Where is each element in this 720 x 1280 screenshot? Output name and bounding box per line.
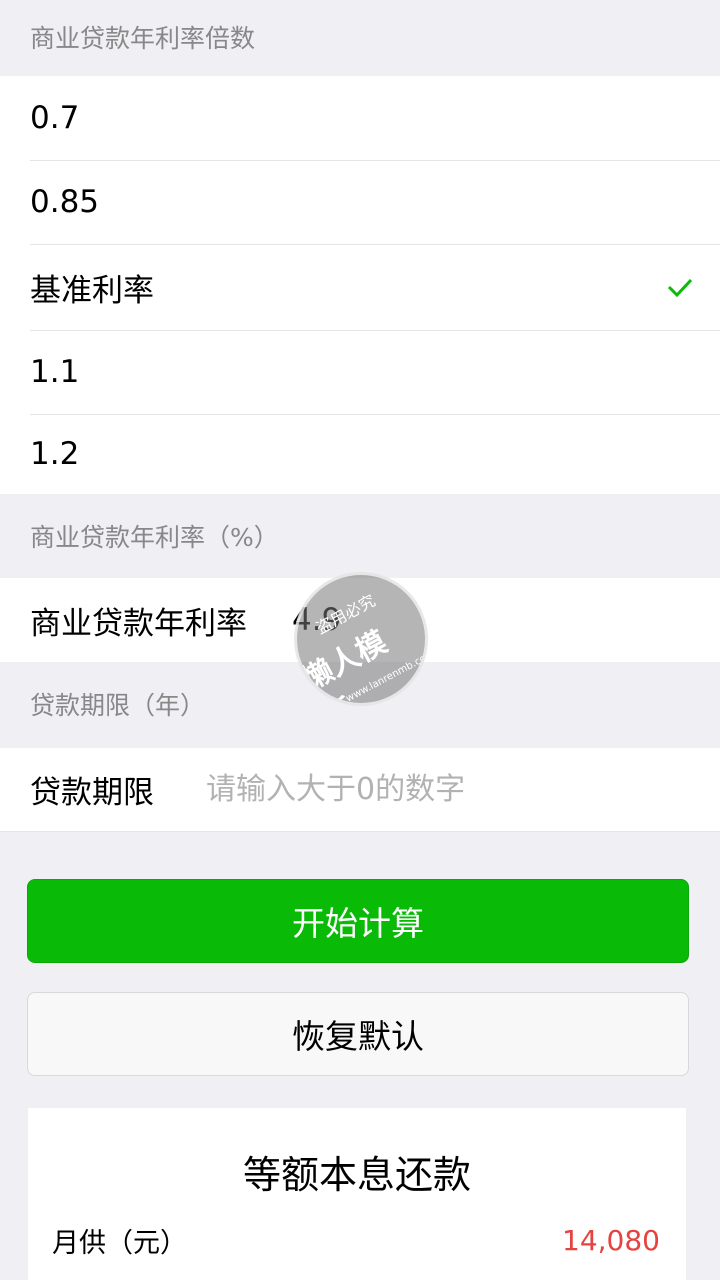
result-title: 等额本息还款 xyxy=(242,1153,471,1197)
rate-option-base-rate[interactable]: 基准利率 xyxy=(0,244,720,330)
rate-option-1-1[interactable]: 1.1 xyxy=(0,330,720,414)
loan-term-input[interactable] xyxy=(204,771,648,808)
calculate-button-label: 开始计算 xyxy=(292,904,424,943)
loan-term-row: 贷款期限 xyxy=(0,748,720,832)
rate-option-label: 0.85 xyxy=(30,184,100,220)
monthly-payment-value: 14,080 xyxy=(562,1223,660,1257)
rate-option-label: 基准利率 xyxy=(30,272,154,309)
rate-option-label: 1.1 xyxy=(30,354,80,390)
rate-option-1-2[interactable]: 1.2 xyxy=(0,414,720,494)
rate-option-0-85[interactable]: 0.85 xyxy=(0,160,720,244)
rate-multiplier-list: 0.7 0.85 基准利率 1.1 1.2 xyxy=(0,76,720,494)
annual-rate-label: 商业贷款年利率 xyxy=(30,605,247,642)
loan-term-label: 贷款期限 xyxy=(30,775,154,811)
reset-default-button[interactable]: 恢复默认 xyxy=(27,992,689,1076)
rate-multiplier-header-text: 商业贷款年利率倍数 xyxy=(30,23,256,53)
result-card: 等额本息还款 月供（元） 14,080 xyxy=(28,1108,686,1280)
checkmark-icon xyxy=(667,278,693,298)
loan-calculator-page: 商业贷款年利率倍数 0.7 0.85 基准利率 1.1 1.2 商业贷款年利率（… xyxy=(0,0,720,1280)
annual-rate-header: 商业贷款年利率（%） xyxy=(0,496,720,578)
monthly-payment-label: 月供（元） xyxy=(52,1227,187,1259)
monthly-payment-row: 月供（元） 14,080 xyxy=(52,1220,660,1260)
calculate-button[interactable]: 开始计算 xyxy=(27,879,689,963)
rate-option-label: 1.2 xyxy=(30,436,80,472)
watermark-seal: 盗用必究 懒人模板 www.lanrenmb.com xyxy=(294,572,428,706)
rate-option-label: 0.7 xyxy=(30,100,80,136)
loan-term-header-text: 贷款期限（年） xyxy=(30,690,206,720)
rate-option-0-7[interactable]: 0.7 xyxy=(0,76,720,160)
reset-default-button-label: 恢复默认 xyxy=(292,1017,424,1056)
annual-rate-header-text: 商业贷款年利率（%） xyxy=(30,522,279,552)
rate-multiplier-header: 商业贷款年利率倍数 xyxy=(0,0,720,76)
